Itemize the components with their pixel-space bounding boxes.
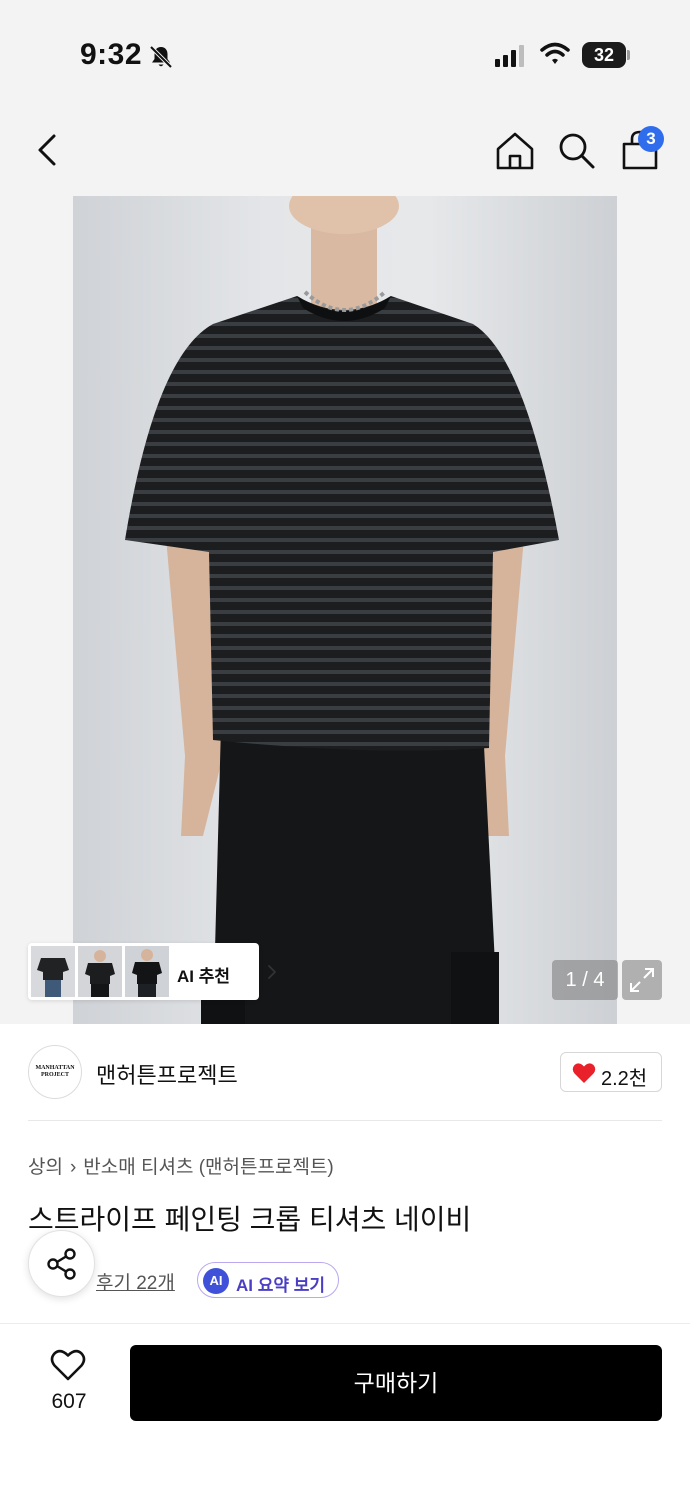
divider [0, 1323, 690, 1324]
chevron-right-icon [268, 965, 276, 979]
expand-image-button[interactable] [622, 960, 662, 1000]
brand-name[interactable]: 맨허튼프로젝트 [96, 1058, 238, 1090]
expand-icon [630, 968, 654, 992]
product-gallery[interactable] [0, 196, 690, 1024]
thumbnail-image [78, 946, 122, 997]
share-button[interactable] [28, 1230, 95, 1297]
ai-badge-icon: AI [203, 1268, 229, 1294]
product-photo[interactable] [73, 196, 617, 1024]
brand-like-button[interactable]: 2.2천 [560, 1052, 662, 1092]
product-title: 스트라이프 페인팅 크롭 티셔츠 네이비 [28, 1204, 472, 1235]
search-icon[interactable] [556, 130, 596, 170]
ai-recommend-card[interactable]: AI 추천 [28, 943, 276, 1000]
status-bar: 9:32 32 [0, 0, 690, 110]
share-icon [47, 1248, 76, 1280]
image-page-indicator: 1 / 4 [552, 960, 618, 1000]
ai-summary-button[interactable]: AI AI 요약 보기 [197, 1262, 339, 1298]
status-time: 9:32 [80, 38, 143, 71]
ai-summary-label: AI 요약 보기 [236, 1276, 326, 1295]
top-nav: 3 [0, 110, 690, 196]
brand-logo[interactable]: MANHATTAN PROJECT [28, 1045, 82, 1099]
cart-count-badge: 3 [638, 126, 664, 152]
thumbnail-image [125, 946, 169, 997]
buy-button[interactable]: 구매하기 [130, 1345, 662, 1421]
brand-like-count: 2.2천 [601, 1068, 648, 1090]
brand-row[interactable]: MANHATTAN PROJECT 맨허튼프로젝트 2.2천 [0, 1024, 690, 1120]
thumbnail-image [31, 946, 75, 997]
breadcrumb-category[interactable]: 상의 [28, 1157, 63, 1178]
breadcrumb-subcategory[interactable]: 반소매 티셔츠 (맨허튼프로젝트) [83, 1157, 333, 1178]
like-button[interactable]: 607 [38, 1348, 100, 1418]
signal-icon [495, 45, 524, 67]
heart-outline-icon [50, 1349, 86, 1381]
battery-level: 32 [582, 42, 626, 68]
recommend-thumbnail[interactable] [78, 946, 122, 997]
home-icon[interactable] [494, 130, 536, 172]
divider [28, 1120, 662, 1121]
bell-slash-icon [149, 45, 173, 69]
ai-recommend-label: AI 추천 [177, 967, 231, 986]
breadcrumb: 상의 › 반소매 티셔츠 (맨허튼프로젝트) [28, 1152, 334, 1179]
cart-button[interactable]: 3 [618, 126, 664, 172]
chevron-right-icon: › [69, 1157, 77, 1178]
like-count: 607 [51, 1390, 87, 1413]
model-illustration [125, 196, 559, 1024]
reviews-link[interactable]: 후기 22개 [96, 1268, 175, 1295]
heart-filled-icon [572, 1063, 596, 1083]
recommend-thumbnail[interactable] [125, 946, 169, 997]
wifi-icon [540, 42, 570, 64]
recommend-thumbnail[interactable] [31, 946, 75, 997]
battery-icon: 32 [582, 42, 630, 68]
back-chevron-icon[interactable] [30, 130, 66, 170]
